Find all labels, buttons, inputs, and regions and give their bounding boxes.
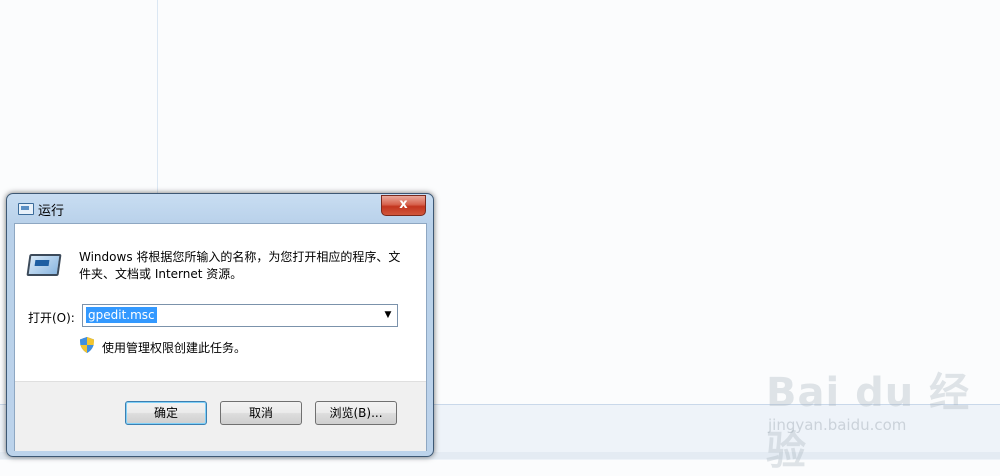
cancel-button[interactable]: 取消 [220,401,302,425]
browse-button[interactable]: 浏览(B)... [315,401,397,425]
ok-button[interactable]: 确定 [125,401,207,425]
open-combobox[interactable]: gpedit.msc ▼ [82,304,398,327]
uac-shield-icon [80,337,94,353]
chevron-down-icon[interactable]: ▼ [379,305,397,326]
close-icon: x [399,197,408,212]
dialog-description: Windows 将根据您所输入的名称，为您打开相应的程序、文件夹、文档或 Int… [79,250,401,281]
admin-note: 使用管理权限创建此任务。 [102,341,247,355]
background-divider [157,0,158,200]
dialog-content: Windows 将根据您所输入的名称，为您打开相应的程序、文件夹、文档或 Int… [14,223,427,451]
dialog-title: 运行 [38,204,65,219]
run-icon [18,203,34,215]
open-input[interactable]: gpedit.msc [86,307,157,323]
run-dialog: 运行 x Windows 将根据您所输入的名称，为您打开相应的程序、文件夹、文档… [6,193,434,457]
run-program-icon [26,254,62,276]
watermark-url: jingyan.baidu.com [768,416,907,434]
open-label: 打开(O): [28,311,75,325]
baidu-watermark: Bai du 经验 jingyan.baidu.com [760,350,990,474]
button-area: 确定 取消 浏览(B)... [15,381,426,451]
title-bar[interactable]: 运行 x [7,194,433,222]
close-button[interactable]: x [381,195,426,216]
